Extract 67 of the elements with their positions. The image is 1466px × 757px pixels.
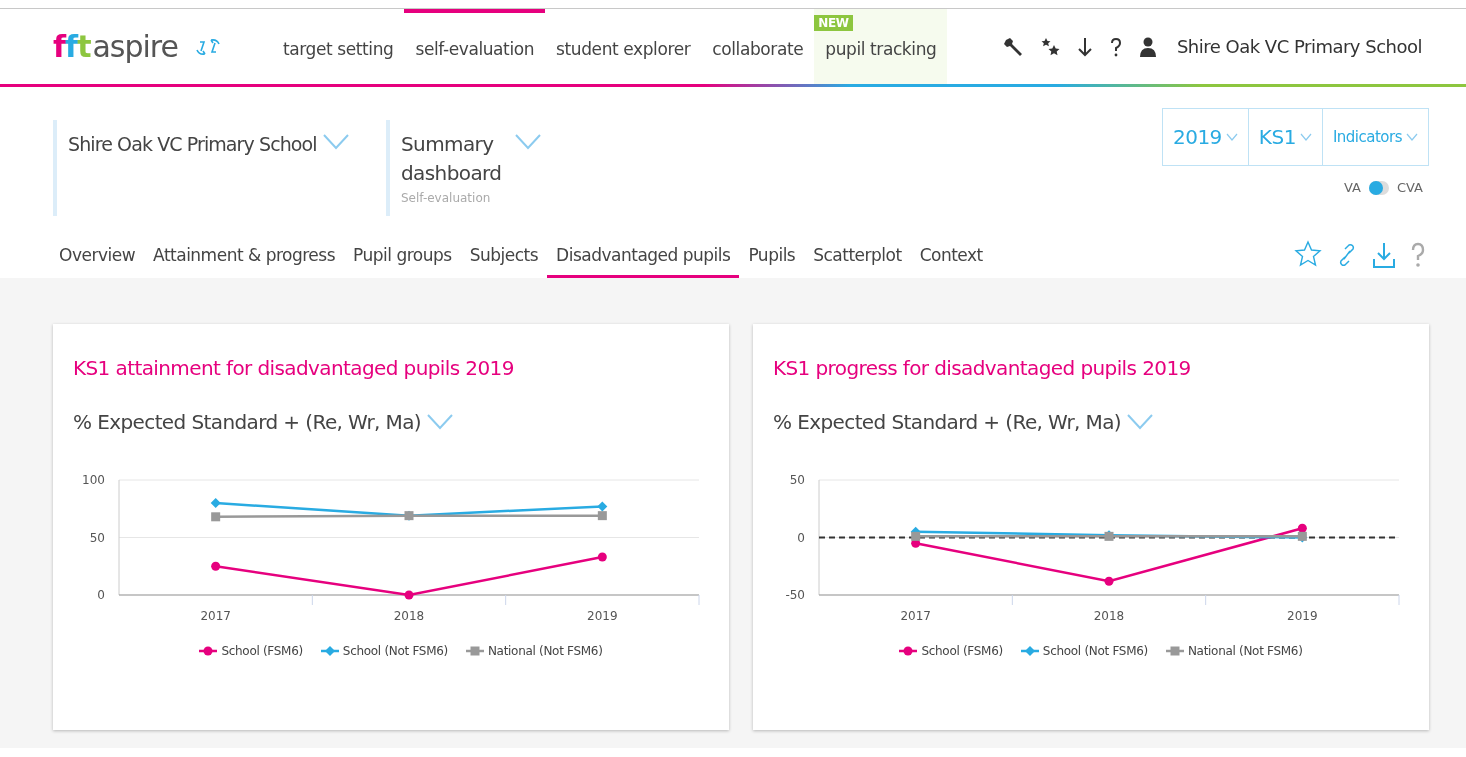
chevron-down-icon[interactable] [1127,414,1154,430]
report-tab[interactable]: Overview [50,245,145,278]
report-tab[interactable]: Context [910,245,992,278]
legend-label[interactable]: School (FSM6) [221,644,303,658]
axis-tick-label: -50 [785,588,805,602]
school-name[interactable]: Shire Oak VC Primary School [1176,36,1422,57]
nav-tab[interactable]: NEW pupil tracking [814,9,948,84]
axis-tick-label: 50 [89,530,105,545]
school-selector[interactable]: Shire Oak VC Primary School [53,120,376,216]
axis-category-label: 2017 [200,609,231,623]
va-cva-switch[interactable] [1368,180,1389,195]
axis-category-label: 2019 [1287,609,1318,623]
legend-marker-icon [1165,645,1184,657]
legend-label[interactable]: School (Not FSM6) [1042,644,1148,658]
axis-category-label: 2018 [1093,609,1125,623]
report-selector[interactable]: Summary dashboard Self-evaluation [386,120,549,216]
axis-tick-label: 100 [82,473,105,487]
chevron-down-icon [1406,133,1418,141]
nav-tab[interactable]: student explorer [545,9,702,84]
chevron-down-icon [515,134,541,150]
legend-label[interactable]: School (Not FSM6) [342,644,448,658]
axis-tick-label: 0 [797,530,805,545]
card-title: KS1 attainment for disadvantaged pupils 2019 [73,356,515,380]
measure-selector[interactable]: % Expected Standard + (Re, Wr, Ma) [773,410,1122,434]
chevron-down-icon [1225,133,1238,141]
legend-marker-icon [199,645,218,657]
point [210,498,221,508]
legend-label[interactable]: National (Not FSM6) [1187,644,1303,658]
nav-tab[interactable]: target setting [272,9,405,84]
report-tab[interactable]: Attainment & progress [144,245,345,278]
point [1297,523,1307,533]
point [211,512,221,522]
toggle-label: CVA [1396,180,1423,195]
legend-marker-icon [899,645,918,657]
point [211,561,221,571]
download-icon[interactable] [1076,35,1093,58]
legend-label[interactable]: National (Not FSM6) [487,644,603,658]
help-icon[interactable] [1108,35,1123,58]
legend-marker-icon [1020,645,1039,657]
point [404,590,414,600]
chevron-down-icon[interactable] [427,414,454,430]
point [597,501,608,512]
legend-marker-icon [465,645,484,657]
axis-tick-label: 50 [789,473,805,487]
new-badge: NEW [814,15,853,31]
chevron-down-icon [1299,133,1312,141]
point [597,511,607,521]
axis-tick-label: 0 [97,588,105,602]
axis-category-label: 2018 [393,609,425,623]
legend-label[interactable]: School (FSM6) [921,644,1003,658]
toggle-label: VA [1344,180,1361,195]
report-tab[interactable]: Scatterplot [804,245,911,278]
measure-selector[interactable]: % Expected Standard + (Re, Wr, Ma) [73,410,422,434]
point [1104,576,1114,586]
report-tab[interactable]: Pupil groups [344,245,461,278]
axis-category-label: 2017 [900,609,931,623]
axis-category-label: 2019 [587,609,618,623]
report-tab[interactable]: Pupils [739,245,805,278]
report-tab[interactable]: Subjects [460,245,548,278]
point [597,552,607,562]
legend-marker-icon [320,645,339,657]
logo[interactable]: fftaspire [53,29,178,64]
chevron-down-icon [322,134,349,150]
point [911,531,921,541]
nav-tab[interactable]: collaborate [701,9,815,84]
user-icon[interactable] [1138,35,1157,58]
card-title: KS1 progress for disadvantaged pupils 2019 [773,356,1192,380]
